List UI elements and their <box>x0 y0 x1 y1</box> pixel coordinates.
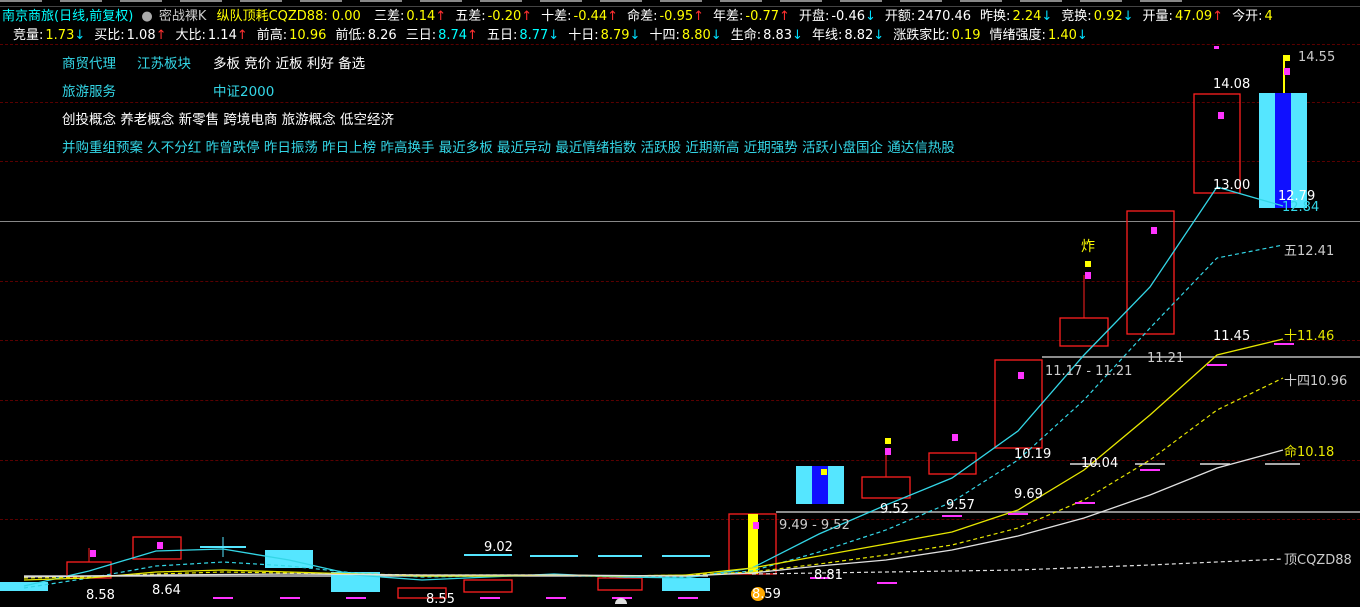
price-label-12-84: 12.84 <box>1282 200 1320 215</box>
price-label-9-57: 9.57 <box>946 498 975 513</box>
price-label-8-55: 8.55 <box>426 592 455 607</box>
price-label-9-69: 9.69 <box>1014 487 1043 502</box>
candle <box>265 550 313 568</box>
candle <box>928 452 977 475</box>
price-label-ma10: 十11.46 <box>1284 329 1335 344</box>
candle <box>1126 210 1175 335</box>
candle <box>861 476 911 499</box>
price-label-10-04: 10.04 <box>1081 456 1119 471</box>
price-label-14-55: 14.55 <box>1298 50 1336 65</box>
price-label-8-59: 8.59 <box>752 587 781 602</box>
price-label-8-58: 8.58 <box>86 588 115 603</box>
price-label-ma14: 十四10.96 <box>1284 374 1348 389</box>
signal-markers <box>90 46 1290 557</box>
price-label-11-21: 11.21 <box>1147 351 1185 366</box>
price-label-8-64: 8.64 <box>152 583 181 598</box>
ma-cyan-dash-line <box>23 244 1284 589</box>
candle <box>463 579 513 593</box>
price-label-range-top: 11.17 - 11.21 <box>1045 364 1133 379</box>
price-label-9-52: 9.52 <box>880 502 909 517</box>
price-label-10-19: 10.19 <box>1014 447 1052 462</box>
price-label-11-45: 11.45 <box>1213 329 1251 344</box>
price-label-cqzd88: 顶CQZD88 <box>1284 553 1352 568</box>
price-label-14-08: 14.08 <box>1213 77 1251 92</box>
price-label-8-81: 8.81 <box>814 568 843 583</box>
candle <box>0 582 48 591</box>
explosion-label: 炸 <box>1081 239 1095 255</box>
price-label-9-02: 9.02 <box>484 540 513 555</box>
price-label-13-00: 13.00 <box>1213 178 1251 193</box>
price-label-range-bottom: 9.49 - 9.52 <box>779 518 850 533</box>
candle <box>1059 317 1109 347</box>
price-label-life-line: 命10.18 <box>1284 445 1335 460</box>
candle <box>662 578 710 591</box>
candle <box>597 577 643 591</box>
price-label-ma5: 五12.41 <box>1284 244 1335 259</box>
kline-chart[interactable] <box>0 0 1360 604</box>
